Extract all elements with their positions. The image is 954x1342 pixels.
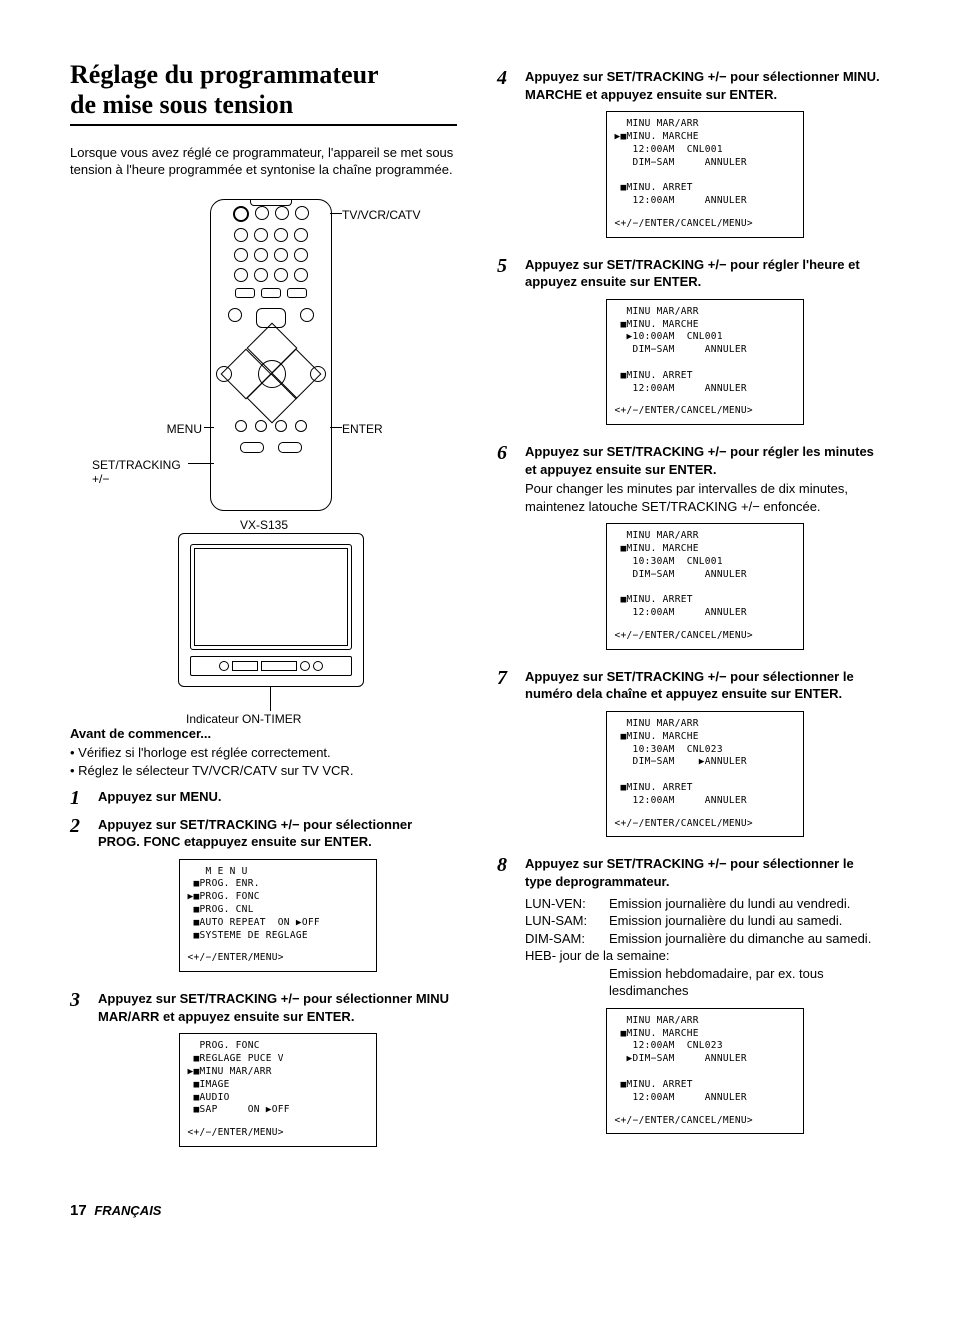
step-2: 2 Appuyez sur SET/TRACKING +/− pour séle… [70, 816, 457, 983]
heb-label: HEB- jour de la semaine: [525, 947, 884, 965]
page-footer: 17 FRANÇAIS [70, 1201, 884, 1221]
step-6: 6 Appuyez sur SET/TRACKING +/− pour régl… [497, 443, 884, 660]
step-subtext: Pour changer les minutes par intervalles… [525, 480, 884, 515]
remote-outline [210, 199, 332, 511]
step-number: 3 [70, 990, 88, 1157]
title-line-2: de mise sous tension [70, 90, 293, 119]
before-heading: Avant de commencer... [70, 725, 457, 743]
heb-desc: Emission hebdomadaire, par ex. tous lesd… [609, 965, 884, 1000]
title-underline [70, 124, 457, 126]
osd-screen: M E N U ■PROG. ENR. ▶■PROG. FONC ■PROG. … [179, 859, 377, 973]
page-number: 17 [70, 1202, 87, 1219]
label-on-timer-indicator: Indicateur ON-TIMER [186, 711, 301, 727]
before-bullets: Vérifiez si l'horloge est réglée correct… [70, 744, 457, 779]
definitions-list: LUN-VEN:Emission journalière du lundi au… [525, 895, 884, 1000]
def-term: LUN-VEN: [525, 895, 609, 913]
step-title: Appuyez sur MENU. [98, 789, 222, 804]
step-number: 2 [70, 816, 88, 983]
step-number: 4 [497, 68, 515, 248]
bullet-item: Vérifiez si l'horloge est réglée correct… [70, 744, 457, 762]
ir-window-icon [250, 199, 292, 206]
osd-screen: MINU MAR/ARR ■MINU. MARCHE 12:00AM CNL02… [606, 1008, 804, 1135]
step-5: 5 Appuyez sur SET/TRACKING +/− pour régl… [497, 256, 884, 436]
bullet-item: Réglez le sélecteur TV/VCR/CATV sur TV V… [70, 762, 457, 780]
step-number: 5 [497, 256, 515, 436]
step-number: 8 [497, 855, 515, 1144]
step-1: 1 Appuyez sur MENU. [70, 788, 457, 808]
osd-screen: MINU MAR/ARR ■MINU. MARCHE 10:30AM CNL00… [606, 523, 804, 650]
step-3: 3 Appuyez sur SET/TRACKING +/− pour séle… [70, 990, 457, 1157]
def-desc: Emission journalière du dimanche au same… [609, 930, 871, 948]
step-4: 4 Appuyez sur SET/TRACKING +/− pour séle… [497, 68, 884, 248]
def-term: DIM-SAM: [525, 930, 609, 948]
step-title: Appuyez sur SET/TRACKING +/− pour sélect… [525, 669, 854, 702]
def-desc: Emission journalière du lundi au samedi. [609, 912, 842, 930]
step-number: 1 [70, 788, 88, 808]
step-number: 6 [497, 443, 515, 660]
step-title: Appuyez sur SET/TRACKING +/− pour sélect… [525, 69, 880, 102]
footer-language: FRANÇAIS [94, 1203, 161, 1218]
label-menu: MENU [158, 421, 202, 437]
step-number: 7 [497, 668, 515, 848]
label-enter: ENTER [342, 421, 383, 437]
step-title: Appuyez sur SET/TRACKING +/− pour sélect… [98, 991, 449, 1024]
step-title: Appuyez sur SET/TRACKING +/− pour régler… [525, 444, 874, 477]
osd-screen: MINU MAR/ARR ■MINU. MARCHE 10:30AM CNL02… [606, 711, 804, 838]
page-title: Réglage du programmateur de mise sous te… [70, 60, 457, 120]
step-7: 7 Appuyez sur SET/TRACKING +/− pour séle… [497, 668, 884, 848]
label-tv-vcr-catv: TV/VCR/CATV [342, 207, 420, 223]
step-title: Appuyez sur SET/TRACKING +/− pour sélect… [525, 856, 854, 889]
label-model: VX-S135 [240, 517, 288, 533]
title-line-1: Réglage du programmateur [70, 60, 379, 89]
dpad-icon [234, 336, 308, 410]
osd-screen: MINU MAR/ARR ■MINU. MARCHE ▶10:00AM CNL0… [606, 299, 804, 426]
osd-screen: MINU MAR/ARR ▶■MINU. MARCHE 12:00AM CNL0… [606, 111, 804, 238]
intro-paragraph: Lorsque vous avez réglé ce programmateur… [70, 144, 457, 179]
step-title: Appuyez sur SET/TRACKING +/− pour régler… [525, 257, 860, 290]
tv-outline [178, 533, 364, 687]
step-title: Appuyez sur SET/TRACKING +/− pour sélect… [98, 817, 412, 850]
vcr-panel-icon [190, 656, 352, 676]
label-plus-minus: +/− [92, 471, 109, 487]
remote-tv-diagram: TV/VCR/CATV MENU ENTER SET/TRACKING +/− … [70, 189, 457, 719]
def-term: LUN-SAM: [525, 912, 609, 930]
osd-screen: PROG. FONC ■REGLAGE PUCE V ▶■MINU MAR/AR… [179, 1033, 377, 1147]
def-desc: Emission journalière du lundi au vendred… [609, 895, 850, 913]
tv-screen-icon [190, 544, 352, 650]
step-8: 8 Appuyez sur SET/TRACKING +/− pour séle… [497, 855, 884, 1144]
